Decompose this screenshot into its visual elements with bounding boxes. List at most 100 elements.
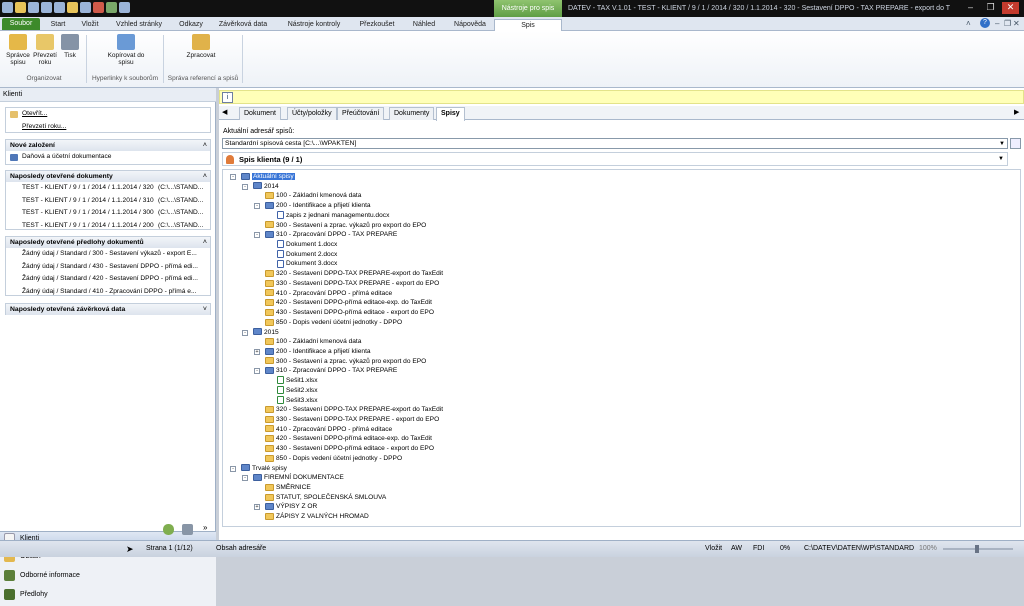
tree-node[interactable]: 330 - Sestavení DPPO-TAX PREPARE - expor…	[265, 415, 439, 425]
help-icon[interactable]: ?	[980, 18, 990, 28]
tree-node[interactable]: 850 - Dopis vedení účetní jednotky - DPP…	[265, 454, 402, 464]
restore-icon[interactable]: ❐	[982, 2, 999, 14]
ribbon-tab-4[interactable]: Odkazy	[172, 19, 210, 31]
collapse-toggle-icon[interactable]: -	[242, 329, 248, 336]
nav-predlohy[interactable]: Předlohy	[0, 585, 216, 604]
tree-node[interactable]: 430 - Sestavení DPPO-přímá editace - exp…	[265, 444, 434, 454]
recent-templates-header[interactable]: Naposledy otevřené předlohy dokumentů ˄	[6, 237, 210, 248]
more-chevron[interactable]: »	[203, 523, 207, 532]
tree-node[interactable]: - 2014	[242, 182, 279, 192]
tree-node[interactable]: 420 - Sestavení DPPO-přímá editace-exp. …	[265, 434, 432, 444]
tree-node[interactable]: - 200 - Identifikace a přijetí klienta	[254, 201, 371, 211]
tree-node[interactable]: - Trvalé spisy	[230, 464, 287, 474]
tools-icon[interactable]	[182, 524, 193, 535]
ribbon-tab-3[interactable]: Vzhled stránky	[110, 19, 168, 31]
tree-node[interactable]: - 310 - Zpracování DPPO - TAX PREPARE	[254, 230, 397, 240]
recent-doc-item[interactable]: TEST - KLIENT / 9 / 1 / 2014 / 1.1.2014 …	[6, 182, 210, 195]
tree-node[interactable]: 850 - Dopis vedení účetní jednotky - DPP…	[265, 318, 402, 328]
doc-restore-icon[interactable]: ❐	[1004, 19, 1011, 28]
recent-template-item[interactable]: Žádný údaj / Standard / 300 - Sestavení …	[6, 248, 210, 261]
pdf-icon[interactable]	[93, 2, 104, 13]
content-tab-3[interactable]: Dokumenty	[389, 107, 435, 120]
collapse-toggle-icon[interactable]: -	[254, 203, 260, 210]
recent-doc-item[interactable]: TEST - KLIENT / 9 / 1 / 2014 / 1.1.2014 …	[6, 207, 210, 220]
tabs-left-arrow[interactable]: ◀	[222, 108, 227, 116]
ribbon-tab-5[interactable]: Závěrková data	[214, 19, 272, 31]
dropdown-arrow-icon[interactable]: ▼	[998, 153, 1004, 166]
open-link[interactable]: Otevřít...	[6, 108, 210, 121]
expand-toggle-icon[interactable]: +	[254, 504, 260, 511]
ribbon-tab-9[interactable]: Nápověda	[450, 19, 490, 31]
tree-node[interactable]: Dokument 2.docx	[277, 250, 337, 260]
expand-toggle-icon[interactable]: +	[254, 348, 260, 355]
content-tab-1[interactable]: Účty/položky	[287, 107, 337, 120]
tree-node[interactable]: 410 - Zpracování DPPO - přímá editace	[265, 425, 392, 435]
year-transfer-link[interactable]: Převzetí roku...	[6, 121, 210, 134]
info-icon[interactable]: i	[222, 92, 233, 103]
tree-node[interactable]: 320 - Sestavení DPPO-TAX PREPARE-export …	[265, 269, 443, 279]
collapse-toggle-icon[interactable]: -	[242, 183, 248, 190]
ribbon-tab-8[interactable]: Náhled	[410, 19, 438, 31]
tree-node[interactable]: Sešit3.xlsx	[277, 395, 318, 406]
recent-template-item[interactable]: Žádný údaj / Standard / 420 - Sestavení …	[6, 273, 210, 286]
tree-node[interactable]: + VÝPISY Z OR	[254, 502, 317, 512]
new-box-header[interactable]: Nové založení ˄	[6, 140, 210, 151]
folder-icon[interactable]	[67, 2, 78, 13]
minimize-icon[interactable]: –	[962, 2, 979, 14]
tree-node[interactable]: 410 - Zpracování DPPO - přímá editace	[265, 289, 392, 299]
doc-close-icon[interactable]: ✕	[1013, 19, 1020, 28]
tree-node[interactable]: 300 - Sestavení a zprac. výkazů pro expo…	[265, 357, 426, 367]
recent-doc-item[interactable]: TEST - KLIENT / 9 / 1 / 2014 / 1.1.2014 …	[6, 220, 210, 233]
tree-node[interactable]: 100 - Základní kmenová data	[265, 337, 361, 347]
path-select[interactable]: Standardní spisová cesta [C:\...\WPAKTEN…	[222, 138, 1008, 149]
recent-template-item[interactable]: Žádný údaj / Standard / 410 - Zpracování…	[6, 286, 210, 299]
save-icon[interactable]	[28, 2, 39, 13]
tree-node[interactable]: +200 - Identifikace a přijetí klienta	[254, 347, 371, 357]
recent-closing-header[interactable]: Naposledy otevřená závěrková data ˅	[6, 304, 210, 315]
collapse-toggle-icon[interactable]: -	[254, 368, 260, 375]
collapse-toggle-icon[interactable]: -	[230, 465, 236, 472]
dropdown-arrow-icon[interactable]: ▼	[999, 139, 1005, 149]
tree-node[interactable]: - 310 - Zpracování DPPO - TAX PREPARE	[254, 366, 397, 376]
collapse-ribbon-icon[interactable]: ˄	[966, 19, 971, 28]
app-icon[interactable]	[2, 2, 13, 13]
customize-icon[interactable]	[119, 2, 130, 13]
collapse-icon[interactable]: ˄	[203, 171, 207, 182]
recent-template-item[interactable]: Žádný údaj / Standard / 430 - Sestavení …	[6, 261, 210, 274]
expand-icon[interactable]: ˅	[203, 304, 207, 315]
tree-node[interactable]: 300 - Sestavení a zprac. výkazů pro expo…	[265, 221, 426, 231]
tree-node[interactable]: zapis z jednani managementu.docx	[277, 211, 389, 221]
open-icon[interactable]	[15, 2, 26, 13]
path-browse-button[interactable]	[1010, 138, 1021, 149]
zpracovat-button[interactable]: Zpracovat	[184, 34, 218, 59]
collapse-icon[interactable]: ˄	[203, 237, 207, 248]
ribbon-tab-1[interactable]: Start	[44, 19, 72, 31]
tabs-right-arrow[interactable]: ▶	[1014, 108, 1019, 116]
print-icon[interactable]	[80, 2, 91, 13]
ribbon-tab-6[interactable]: Nástroje kontroly	[276, 19, 352, 31]
close-icon[interactable]: ✕	[1002, 2, 1019, 14]
tree-node[interactable]: 430 - Sestavení DPPO-přímá editace - exp…	[265, 308, 434, 318]
spravce-spisu-button[interactable]: Správce spisu	[5, 34, 31, 66]
collapse-icon[interactable]: ˄	[203, 140, 207, 151]
ribbon-tab-2[interactable]: Vložit	[74, 19, 106, 31]
ribbon-tab-7[interactable]: Přezkoušet	[348, 19, 406, 31]
status-insert[interactable]: Vložit	[705, 541, 722, 557]
doc-minimize-icon[interactable]: –	[995, 19, 999, 28]
tree-node[interactable]: SMĚRNICE	[265, 483, 311, 493]
ribbon-tab-0[interactable]: Soubor	[2, 18, 40, 30]
spis-header[interactable]: Spis klienta (9 / 1) ▼	[222, 152, 1008, 166]
tree-node[interactable]: - 2015	[242, 328, 279, 338]
tisk-button[interactable]: Tisk	[60, 34, 80, 59]
zoom-thumb[interactable]	[975, 545, 979, 553]
content-tab-4[interactable]: Spisy	[436, 107, 465, 121]
tree-node[interactable]: ZÁPISY Z VALNÝCH HROMAD	[265, 512, 369, 522]
tree-node[interactable]: 320 - Sestavení DPPO-TAX PREPARE-export …	[265, 405, 443, 415]
prevzeti-roku-button[interactable]: Převzetí roku	[32, 34, 58, 66]
recent-docs-header[interactable]: Naposledy otevřené dokumenty ˄	[6, 171, 210, 182]
tree-node[interactable]: Sešit2.xlsx	[277, 386, 318, 396]
kopirovat-do-spisu-button[interactable]: Kopírovat do spisu	[103, 34, 149, 66]
recent-doc-item[interactable]: TEST - KLIENT / 9 / 1 / 2014 / 1.1.2014 …	[6, 195, 210, 208]
new-tax-doc-link[interactable]: Daňová a účetní dokumentace	[6, 151, 210, 164]
undo-icon[interactable]	[41, 2, 52, 13]
